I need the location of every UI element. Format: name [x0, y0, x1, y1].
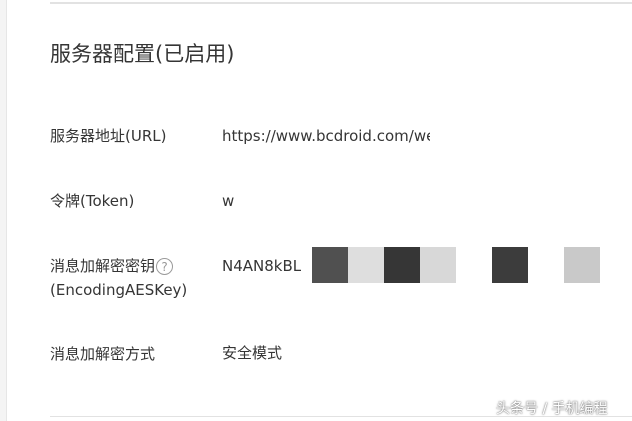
aes-key-label: 消息加解密密钥? — [50, 255, 174, 277]
top-divider — [50, 2, 632, 4]
token-label: 令牌(Token) — [50, 192, 135, 210]
aes-key-label-line2: (EncodingAESKey) — [50, 281, 188, 299]
aes-key-label-line1: 消息加解密密钥 — [50, 257, 156, 275]
watermark: 头条号 / 手机编程 — [496, 401, 608, 417]
server-config-panel: 服务器配置(已启用) 服务器地址(URL) https://www.bcdroi… — [6, 0, 632, 421]
mosaic-block — [564, 247, 600, 283]
aes-key-value: N4AN8kBLt — [222, 257, 301, 275]
section-title: 服务器配置(已启用) — [50, 42, 235, 66]
help-icon[interactable]: ? — [156, 258, 174, 275]
encryption-mode-value: 安全模式 — [222, 344, 283, 362]
mosaic-block — [312, 247, 348, 283]
server-url-label: 服务器地址(URL) — [50, 127, 167, 145]
server-url-value: https://www.bcdroid.com/weix — [222, 127, 430, 145]
token-value: w — [222, 192, 235, 210]
mosaic-block — [384, 247, 420, 283]
mosaic-block — [492, 247, 528, 283]
mosaic-block — [348, 247, 384, 283]
encryption-mode-label: 消息加解密方式 — [50, 345, 156, 363]
mosaic-block — [420, 247, 456, 283]
